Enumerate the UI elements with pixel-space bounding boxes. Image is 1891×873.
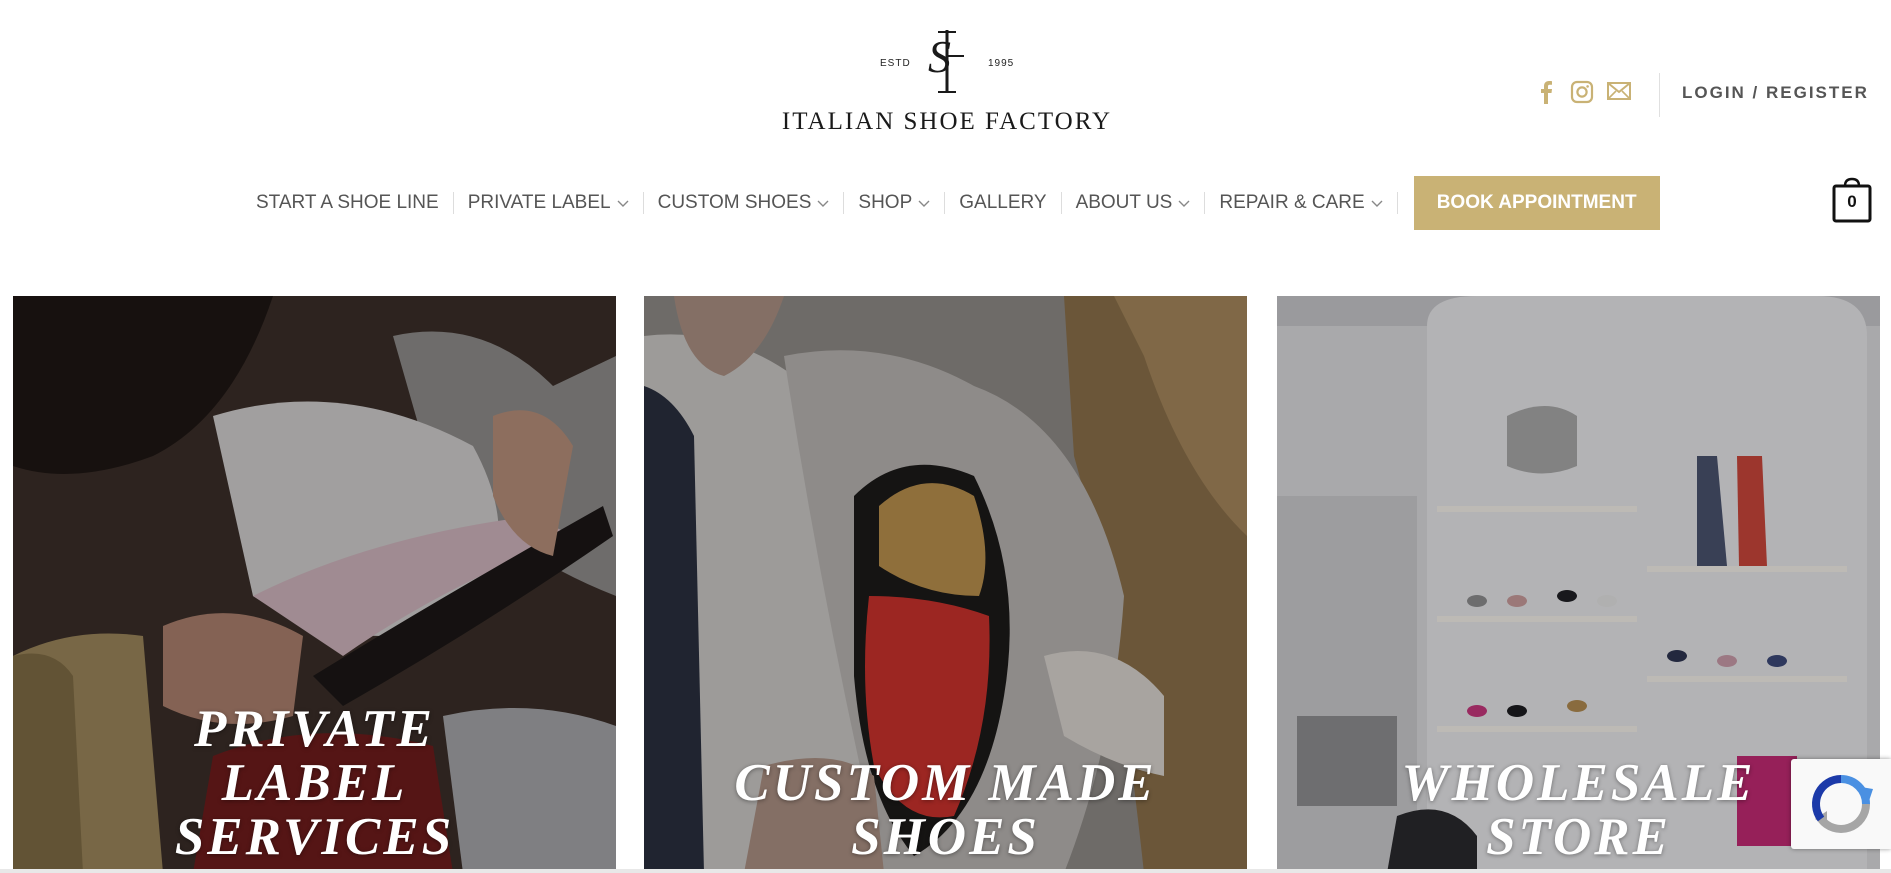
tile-caption: CUSTOM MADE SHOES bbox=[644, 756, 1247, 864]
nav-label: REPAIR & CARE bbox=[1219, 192, 1365, 213]
nav-divider bbox=[843, 192, 845, 214]
tile-caption: PRIVATE LABEL SERVICES bbox=[13, 702, 616, 864]
nav-private-label[interactable]: PRIVATE LABEL bbox=[468, 176, 629, 230]
nav-divider bbox=[452, 192, 454, 214]
tile-caption: WHOLESALE STORE bbox=[1277, 756, 1880, 864]
mail-icon[interactable] bbox=[1606, 80, 1632, 107]
nav-shop[interactable]: SHOP bbox=[858, 176, 930, 230]
chevron-down-icon bbox=[918, 200, 930, 207]
header-divider bbox=[1659, 73, 1660, 117]
tile-private-label-services[interactable]: PRIVATE LABEL SERVICES bbox=[13, 296, 616, 873]
nav-label: SHOP bbox=[858, 192, 913, 213]
nav-start-a-shoe-line[interactable]: START A SHOE LINE bbox=[256, 176, 439, 230]
nav-divider bbox=[642, 192, 644, 214]
facebook-icon[interactable] bbox=[1535, 80, 1557, 109]
nav-label: CUSTOM SHOES bbox=[657, 192, 812, 213]
logo-year: 1995 bbox=[988, 58, 1015, 69]
caption-line: PRIVATE bbox=[194, 700, 435, 758]
main-nav: START A SHOE LINE PRIVATE LABEL CUSTOM S… bbox=[256, 176, 1660, 230]
book-appointment-button[interactable]: BOOK APPOINTMENT bbox=[1413, 176, 1660, 230]
tile-custom-made-shoes[interactable]: CUSTOM MADE SHOES bbox=[644, 296, 1247, 873]
chevron-down-icon bbox=[1371, 200, 1383, 207]
recaptcha-icon bbox=[1812, 775, 1873, 833]
nav-about-us[interactable]: ABOUT US bbox=[1076, 176, 1191, 230]
recaptcha-badge[interactable] bbox=[1791, 759, 1891, 849]
caption-line: SHOES bbox=[851, 808, 1040, 866]
nav-label: GALLERY bbox=[959, 192, 1047, 213]
caption-line: STORE bbox=[1486, 808, 1671, 866]
caption-line: CUSTOM MADE bbox=[734, 754, 1157, 812]
nav-custom-shoes[interactable]: CUSTOM SHOES bbox=[658, 176, 830, 230]
nav-label: ABOUT US bbox=[1075, 192, 1173, 213]
login-register-link[interactable]: LOGIN / REGISTER bbox=[1682, 83, 1869, 103]
category-tiles: PRIVATE LABEL SERVICES CUSTOM MADE SHOES bbox=[0, 296, 1891, 873]
monogram-icon: S bbox=[928, 30, 964, 93]
nav-divider bbox=[1396, 192, 1398, 214]
cart-count: 0 bbox=[1847, 192, 1857, 211]
logo-wordmark: ITALIAN SHOE FACTORY bbox=[781, 108, 1113, 135]
caption-line: LABEL bbox=[221, 754, 408, 812]
nav-divider bbox=[944, 192, 946, 214]
cart-button[interactable]: 0 bbox=[1832, 176, 1872, 224]
caption-line: SERVICES bbox=[174, 808, 455, 866]
chevron-down-icon bbox=[617, 200, 629, 207]
nav-divider bbox=[1204, 192, 1206, 214]
chevron-down-icon bbox=[1178, 200, 1190, 207]
nav-gallery[interactable]: GALLERY bbox=[959, 176, 1046, 230]
nav-repair-care[interactable]: REPAIR & CARE bbox=[1219, 176, 1383, 230]
nav-divider bbox=[1060, 192, 1062, 214]
brand-logo[interactable]: ESTD S 1995 ITALIAN SHOE FACTORY bbox=[772, 24, 1122, 144]
nav-label: PRIVATE LABEL bbox=[467, 192, 611, 213]
caption-line: WHOLESALE bbox=[1401, 754, 1756, 812]
site-header: ESTD S 1995 ITALIAN SHOE FACTORY LOGIN /… bbox=[0, 0, 1891, 280]
nav-label: START A SHOE LINE bbox=[256, 192, 439, 213]
page-bottom-edge bbox=[0, 869, 1891, 873]
instagram-icon[interactable] bbox=[1570, 80, 1594, 109]
logo-estd: ESTD bbox=[880, 58, 911, 69]
tile-wholesale-store[interactable]: WHOLESALE STORE bbox=[1277, 296, 1880, 873]
chevron-down-icon bbox=[817, 200, 829, 207]
